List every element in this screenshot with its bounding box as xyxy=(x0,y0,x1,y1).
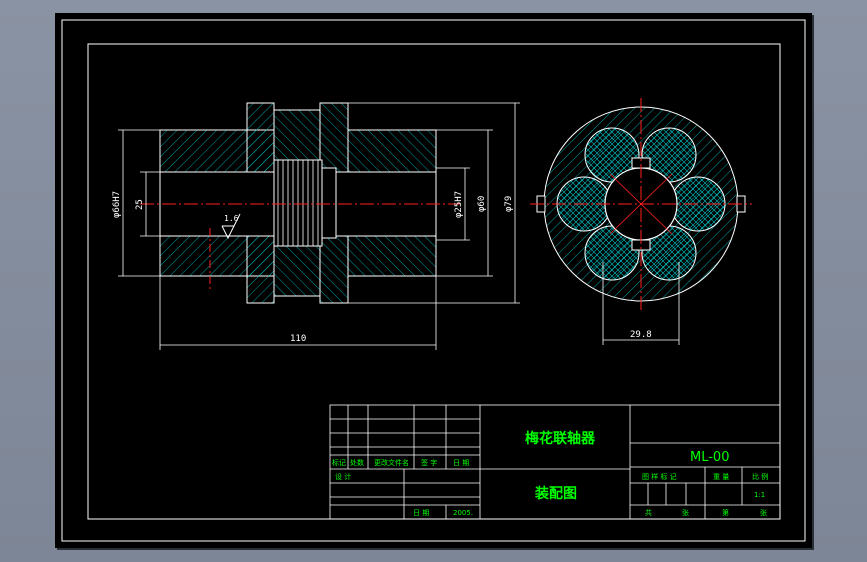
dim-outer: φ79 xyxy=(504,196,514,212)
dim-bore: φ25H7 xyxy=(454,191,464,218)
label-scale: 比 例 xyxy=(752,472,768,481)
label-total: 共 xyxy=(645,508,652,517)
date-value: 2005. xyxy=(453,509,473,517)
scale-value: 1:1 xyxy=(754,491,765,499)
label-mark: 标记 xyxy=(332,458,346,467)
dim-element-width: 29.8 xyxy=(630,330,652,340)
label-sheet-of: 张 xyxy=(760,508,767,517)
label-weight: 重 量 xyxy=(713,473,729,481)
end-view xyxy=(530,98,752,345)
label-date: 日 期 xyxy=(453,459,469,467)
drawing-type: 装配图 xyxy=(534,485,577,502)
label-date-bottom: 日 期 xyxy=(413,509,429,517)
dim-left-inner: 25 xyxy=(135,199,145,210)
label-change-doc: 更改文件名 xyxy=(374,458,409,467)
dim-length: 110 xyxy=(290,334,306,344)
label-sheet: 张 xyxy=(682,508,689,517)
cad-drawing: 1.6 φ66H7 25 φ25H7 φ60 φ79 110 29.8 梅花联轴… xyxy=(61,19,806,542)
section-view: 1.6 xyxy=(140,102,460,304)
product-name: 梅花联轴器 xyxy=(525,430,596,447)
drawing-number: ML-00 xyxy=(690,450,729,465)
drawing-sheet: 1.6 φ66H7 25 φ25H7 φ60 φ79 110 29.8 梅花联轴… xyxy=(55,13,812,548)
label-sign: 签 字 xyxy=(421,458,437,467)
roughness-label: 1.6 xyxy=(224,214,239,223)
label-design: 设 计 xyxy=(335,472,351,481)
dim-hub: φ60 xyxy=(477,196,487,212)
label-sheet-no: 第 xyxy=(722,508,729,517)
label-stage-mark: 图 样 标 记 xyxy=(642,472,677,481)
label-count: 处数 xyxy=(350,458,364,467)
dim-left-outer: φ66H7 xyxy=(112,191,122,218)
